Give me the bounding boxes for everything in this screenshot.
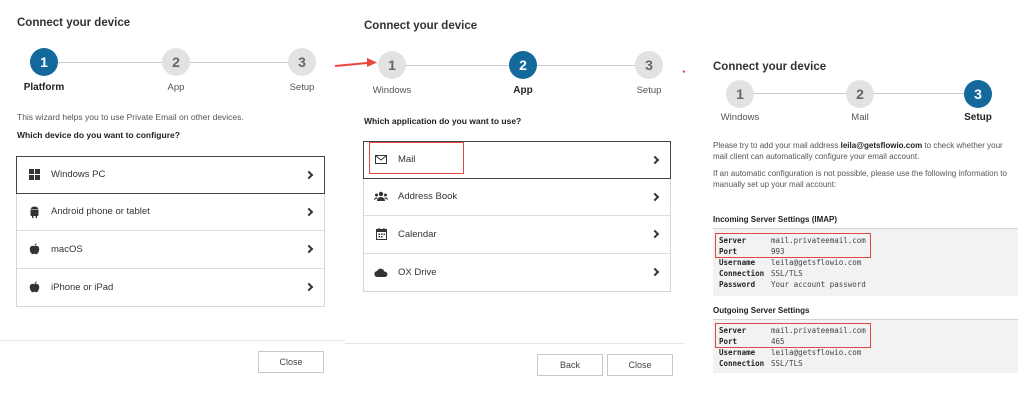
step-2-circle: 2 — [509, 51, 537, 79]
outgoing-settings-title: Outgoing Server Settings — [713, 306, 810, 315]
chevron-right-icon — [650, 268, 660, 277]
device-list: Windows PC Android phone or tablet macOS… — [16, 156, 325, 307]
step-3-label: Setup — [289, 82, 315, 93]
setup-info-dialog: Connect your device 1 2 3 Windows Mail S… — [685, 0, 1024, 403]
incoming-highlight-box — [715, 233, 871, 258]
step-1-circle: 1 — [378, 51, 406, 79]
dialog-title: Connect your device — [713, 61, 827, 73]
chevron-right-icon — [304, 207, 314, 216]
app-label: OX Drive — [398, 266, 437, 278]
application-select-dialog: Connect your device 1 2 3 Windows App Se… — [345, 0, 685, 403]
step-1-label: Windows — [372, 85, 412, 96]
step-3-circle: 3 — [635, 51, 663, 79]
step-1-label: Platform — [23, 82, 65, 93]
close-button[interactable]: Close — [607, 354, 673, 376]
windows-icon — [27, 168, 41, 182]
device-label: iPhone or iPad — [51, 281, 114, 293]
mail-highlight-box — [369, 142, 464, 174]
setting-row-password: Password Your account password — [719, 280, 866, 289]
account-email: leila@getsflowio.com — [840, 141, 923, 150]
calendar-icon — [374, 227, 388, 241]
auto-config-text: Please try to add your mail address leil… — [713, 141, 1003, 161]
android-icon — [27, 205, 41, 219]
device-label: macOS — [51, 243, 83, 255]
step-2-label: App — [167, 82, 185, 93]
step-2-circle: 2 — [162, 48, 190, 76]
step-2-label: Mail — [851, 112, 869, 123]
manual-config-text: If an automatic configuration is not pos… — [713, 169, 1007, 189]
dialog-title: Connect your device — [17, 17, 131, 29]
setting-row-connection: Connection SSL/TLS — [719, 359, 803, 368]
wizard-stepper: 1 2 3 Windows Mail Setup — [685, 80, 1024, 140]
step-3-circle: 3 — [288, 48, 316, 76]
app-item-address-book[interactable]: Address Book — [364, 179, 670, 216]
device-item-iphone[interactable]: iPhone or iPad — [17, 269, 324, 307]
chevron-right-icon — [304, 245, 314, 254]
close-button[interactable]: Close — [258, 351, 324, 373]
device-item-android[interactable]: Android phone or tablet — [17, 194, 324, 231]
step-1-circle: 1 — [726, 80, 754, 108]
step-2-label: App — [513, 85, 533, 96]
setting-row-connection: Connection SSL/TLS — [719, 269, 803, 278]
incoming-settings-title: Incoming Server Settings (IMAP) — [713, 215, 838, 224]
step-1-circle: 1 — [30, 48, 58, 76]
device-label: Android phone or tablet — [51, 206, 150, 218]
chevron-right-icon — [650, 155, 660, 164]
cloud-icon — [374, 265, 388, 279]
setting-row-username: Username leila@getsflowio.com — [719, 348, 862, 357]
apple-icon — [27, 280, 41, 294]
step-1-label: Windows — [720, 112, 760, 123]
setting-row-username: Username leila@getsflowio.com — [719, 258, 862, 267]
step-3-label: Setup — [636, 85, 662, 96]
device-label: Windows PC — [51, 169, 106, 181]
back-button[interactable]: Back — [537, 354, 603, 376]
outgoing-highlight-box — [715, 323, 871, 348]
step-3-label: Setup — [964, 112, 992, 123]
step-3-circle: 3 — [964, 80, 992, 108]
chevron-right-icon — [650, 230, 660, 239]
app-label: Calendar — [398, 228, 437, 240]
device-platform-dialog: Connect your device 1 2 3 Platform App S… — [0, 0, 345, 403]
intro-text: This wizard helps you to use Private Ema… — [17, 112, 244, 122]
dialog-title: Connect your device — [364, 20, 478, 32]
app-item-ox-drive[interactable]: OX Drive — [364, 254, 670, 292]
wizard-stepper: 1 2 3 Windows App Setup — [345, 51, 685, 111]
app-question: Which application do you want to use? — [364, 116, 522, 126]
contacts-icon — [374, 190, 388, 204]
apple-icon — [27, 242, 41, 256]
dialog-footer-divider — [0, 340, 345, 341]
device-item-macos[interactable]: macOS — [17, 231, 324, 269]
chevron-right-icon — [304, 283, 314, 292]
device-question: Which device do you want to configure? — [17, 130, 180, 140]
app-item-calendar[interactable]: Calendar — [364, 216, 670, 254]
dialog-footer-divider — [345, 343, 685, 344]
step-2-circle: 2 — [846, 80, 874, 108]
app-label: Address Book — [398, 191, 458, 203]
chevron-right-icon — [304, 170, 314, 179]
device-item-windows-pc[interactable]: Windows PC — [16, 156, 325, 194]
chevron-right-icon — [650, 192, 660, 201]
wizard-stepper: 1 2 3 Platform App Setup — [0, 48, 345, 108]
